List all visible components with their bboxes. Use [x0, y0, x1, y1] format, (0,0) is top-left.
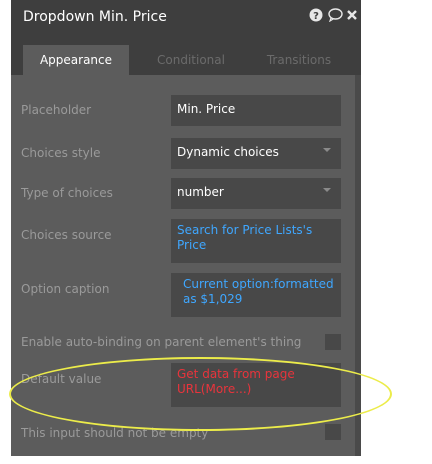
- type-of-choices-label: Type of choices: [21, 186, 113, 200]
- auto-binding-checkbox[interactable]: [325, 334, 341, 350]
- option-caption-label: Option caption: [21, 282, 110, 296]
- placeholder-value: Min. Price: [177, 102, 236, 116]
- chevron-down-icon: [323, 188, 331, 192]
- choices-source-label: Choices source: [21, 228, 112, 242]
- comment-icon[interactable]: [328, 8, 343, 26]
- panel-title: Dropdown Min. Price: [23, 9, 167, 25]
- close-icon[interactable]: [346, 8, 358, 26]
- placeholder-input[interactable]: Min. Price: [171, 95, 341, 126]
- type-of-choices-dropdown[interactable]: number: [171, 178, 341, 209]
- auto-binding-label: Enable auto-binding on parent element's …: [21, 335, 302, 349]
- tab-appearance[interactable]: Appearance: [23, 45, 129, 75]
- help-icon[interactable]: ?: [309, 8, 323, 26]
- choices-source-value: Search for Price Lists's Price: [177, 223, 313, 252]
- option-caption-value: Current option:formatted as $1,029: [183, 277, 334, 306]
- tab-bar: Appearance Conditional Transitions: [11, 35, 361, 75]
- highlight-ellipse: [9, 357, 392, 431]
- option-caption-expression[interactable]: Current option:formatted as $1,029: [171, 273, 341, 317]
- chevron-down-icon: [323, 148, 331, 152]
- choices-style-label: Choices style: [21, 146, 101, 160]
- choices-style-dropdown[interactable]: Dynamic choices: [171, 138, 341, 169]
- choices-style-value: Dynamic choices: [177, 145, 279, 159]
- choices-source-expression[interactable]: Search for Price Lists's Price: [171, 219, 341, 263]
- not-empty-checkbox[interactable]: [325, 424, 341, 440]
- tab-transitions[interactable]: Transitions: [249, 45, 349, 75]
- placeholder-label: Placeholder: [21, 103, 92, 117]
- svg-text:?: ?: [313, 11, 319, 22]
- type-of-choices-value: number: [177, 185, 224, 199]
- tab-conditional[interactable]: Conditional: [141, 45, 241, 75]
- panel-header: Dropdown Min. Price ?: [11, 0, 361, 35]
